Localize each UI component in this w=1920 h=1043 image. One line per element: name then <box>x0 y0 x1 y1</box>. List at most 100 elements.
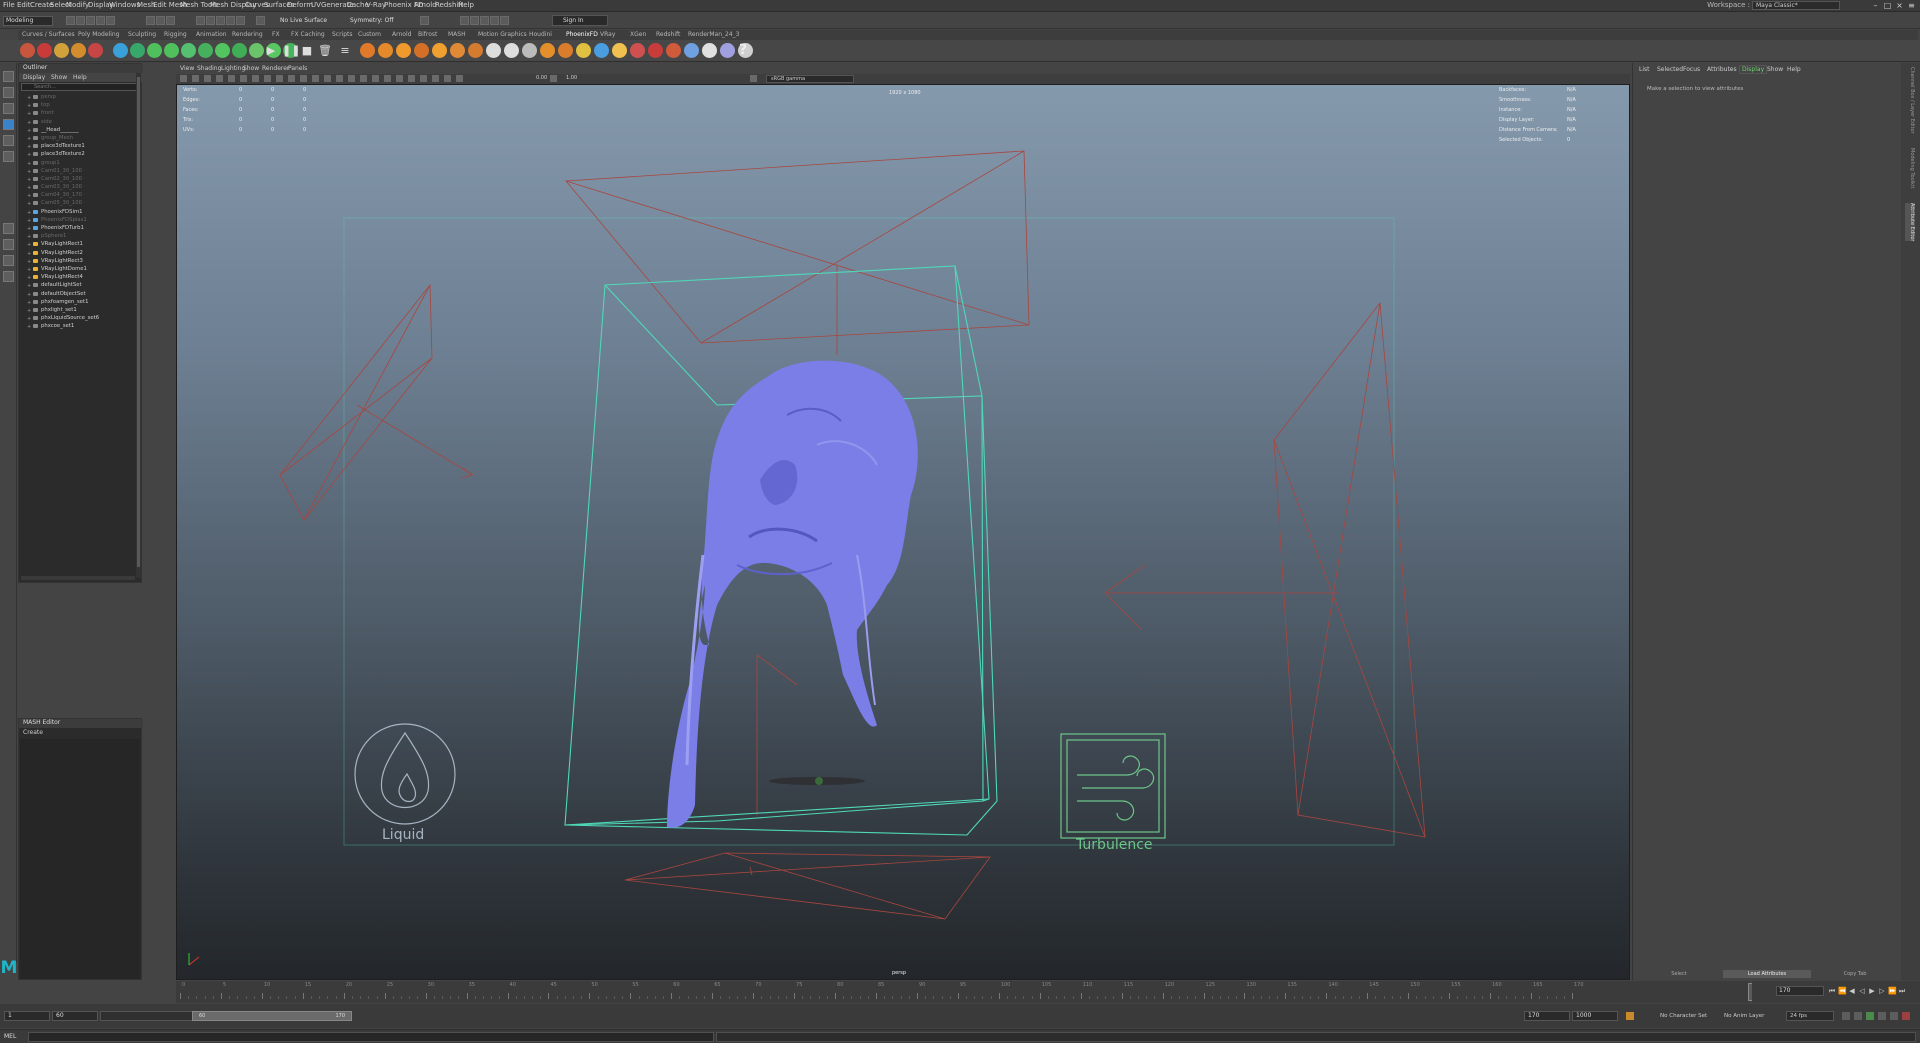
safe-action-icon[interactable] <box>288 75 295 82</box>
step-forward-key-icon[interactable]: ⏩ <box>1888 986 1897 996</box>
film-gate-icon[interactable] <box>240 75 247 82</box>
character-set-select[interactable]: No Character Set <box>1660 1013 1707 1019</box>
shelf-tab-motion-graphics[interactable]: Motion Graphics <box>478 31 527 38</box>
open-scene-icon[interactable] <box>76 16 85 25</box>
poly-sphere-icon[interactable] <box>20 43 35 58</box>
playback-speed-icon[interactable] <box>1866 1012 1874 1020</box>
scale-tool-icon[interactable] <box>3 151 14 162</box>
side-tab-modeling-toolkit[interactable]: Modeling Toolkit <box>1905 148 1915 188</box>
persp-outliner-icon[interactable] <box>3 255 14 266</box>
outliner-layout-icon[interactable] <box>3 271 14 282</box>
phoenix-drag-icon[interactable] <box>522 43 537 58</box>
snap-grid-icon[interactable] <box>196 16 205 25</box>
shelf-tab-rigging[interactable]: Rigging <box>164 31 187 38</box>
image-plane-icon[interactable] <box>216 75 223 82</box>
phoenix-shader-icon[interactable] <box>576 43 591 58</box>
resolution-gate-icon[interactable] <box>252 75 259 82</box>
outliner-item[interactable]: + top <box>19 101 137 109</box>
exposure-field[interactable]: 0.00 <box>536 75 547 81</box>
motion-blur-icon[interactable] <box>396 75 403 82</box>
isolate-select-icon[interactable] <box>420 75 427 82</box>
select-component-icon[interactable] <box>166 16 175 25</box>
outliner-menu-display[interactable]: Display <box>23 74 45 81</box>
ae-menu-attributes[interactable]: Attributes <box>1707 66 1737 73</box>
ae-copy-tab-button[interactable]: Copy Tab <box>1811 970 1899 978</box>
shelf-tab-sculpting[interactable]: Sculpting <box>128 31 156 38</box>
sim-list-icon[interactable]: ≡ <box>338 43 352 58</box>
phoenix-ocean-icon[interactable] <box>432 43 447 58</box>
ae-menu-list[interactable]: List <box>1639 66 1650 73</box>
menu-icon[interactable]: ≡ <box>1907 1 1916 10</box>
ae-load-attributes-button[interactable]: Load Attributes <box>1723 970 1811 978</box>
poly-plane-icon[interactable] <box>88 43 103 58</box>
ae-menu-display[interactable]: Display <box>1739 65 1768 74</box>
rotate-tool-icon[interactable] <box>3 135 14 146</box>
field-chart-icon[interactable] <box>276 75 283 82</box>
phoenix-mesher-icon[interactable] <box>594 43 609 58</box>
live-surface-label[interactable]: No Live Surface <box>280 17 327 24</box>
wireframe-on-shaded-icon[interactable] <box>336 75 343 82</box>
menu-help[interactable]: Help <box>458 1 474 9</box>
outliner-item[interactable]: + group1 <box>19 159 137 167</box>
outliner-item[interactable]: + pSphere1 <box>19 232 137 240</box>
outliner-item[interactable]: + PhoenixFDSim1 <box>19 208 137 216</box>
outliner-item[interactable]: + Cam02_30_100 <box>19 175 137 183</box>
phoenix-foam-icon[interactable] <box>450 43 465 58</box>
snap-curve-icon[interactable] <box>206 16 215 25</box>
outliner-item[interactable]: + Cam03_30_100 <box>19 183 137 191</box>
bookmarks-icon[interactable] <box>204 75 211 82</box>
pause-sim-icon[interactable]: ❚❚ <box>282 43 300 58</box>
outliner-item[interactable]: + Cam01_30_100 <box>19 167 137 175</box>
cache-icon[interactable] <box>1902 1012 1910 1020</box>
poly-cube-icon[interactable] <box>37 43 52 58</box>
outliner-menu-help[interactable]: Help <box>73 74 87 81</box>
outliner-menu-show[interactable]: Show <box>51 74 67 81</box>
outliner-item[interactable]: + VRayLightRect1 <box>19 240 137 248</box>
maximize-icon[interactable]: □ <box>1883 1 1892 10</box>
menu-edit[interactable]: Edit <box>17 1 31 9</box>
undo-icon[interactable] <box>96 16 105 25</box>
shelf-tab-custom[interactable]: Custom <box>358 31 381 38</box>
move-tool-icon[interactable] <box>3 119 14 130</box>
paint-select-icon[interactable] <box>3 103 14 114</box>
side-tab-attribute-editor[interactable]: Attribute Editor <box>1905 203 1915 242</box>
joint-icon[interactable] <box>232 43 247 58</box>
outliner-item[interactable]: + side <box>19 118 137 126</box>
phoenix-particle-icon[interactable] <box>558 43 573 58</box>
outliner-item[interactable]: + VRayLightRect3 <box>19 257 137 265</box>
range-slider-handle[interactable]: 60 170 <box>192 1011 352 1021</box>
shelf-tab-renderman-24-3[interactable]: RenderMan_24_3 <box>688 31 739 38</box>
wireframe-icon[interactable] <box>312 75 319 82</box>
menu-deform[interactable]: Deform <box>287 1 313 9</box>
menu-windows[interactable]: Windows <box>109 1 140 9</box>
shelf-tab-fx-caching[interactable]: FX Caching <box>291 31 325 38</box>
outliner-item[interactable]: + phxfoamgen_set1 <box>19 298 137 306</box>
stop-sim-icon[interactable]: ■ <box>300 43 314 58</box>
viewport-menu-lighting[interactable]: Lighting <box>221 65 245 72</box>
shelf-tab-poly-modeling[interactable]: Poly Modeling <box>78 31 120 38</box>
symmetry-select[interactable]: Symmetry: Off <box>350 17 393 24</box>
render-view-icon[interactable] <box>500 16 509 25</box>
outliner-item[interactable]: + PhoenixFDTurb1 <box>19 224 137 232</box>
hypershade-icon[interactable] <box>490 16 499 25</box>
select-hierarchy-icon[interactable] <box>146 16 155 25</box>
history-icon[interactable] <box>420 16 429 25</box>
phoenix-smoke-icon[interactable] <box>378 43 393 58</box>
select-camera-icon[interactable] <box>180 75 187 82</box>
shadows-icon[interactable] <box>372 75 379 82</box>
playback-end-field[interactable]: 170 <box>1524 1011 1570 1021</box>
outliner-item[interactable]: + VRayLightDome1 <box>19 265 137 273</box>
outliner-item[interactable]: + phxcoe_set1 <box>19 322 137 330</box>
snap-view-icon[interactable] <box>226 16 235 25</box>
fps-select[interactable]: 24 fps <box>1786 1011 1834 1021</box>
outliner-item[interactable]: + defaultObjectSet <box>19 290 137 298</box>
play-sim-icon[interactable]: ▶ <box>264 43 278 58</box>
sound-icon[interactable] <box>1854 1012 1862 1020</box>
time-slider[interactable]: 0 5 10 15 20 25 30 35 40 45 50 55 60 65 70 75 80 85 90 95 10… <box>176 981 1758 1003</box>
phoenix-body-force-icon[interactable] <box>540 43 555 58</box>
make-live-icon[interactable] <box>256 16 265 25</box>
snap-point-icon[interactable] <box>216 16 225 25</box>
mel-command-input[interactable] <box>28 1032 714 1042</box>
snap-surface-icon[interactable] <box>236 16 245 25</box>
safe-title-icon[interactable] <box>300 75 307 82</box>
